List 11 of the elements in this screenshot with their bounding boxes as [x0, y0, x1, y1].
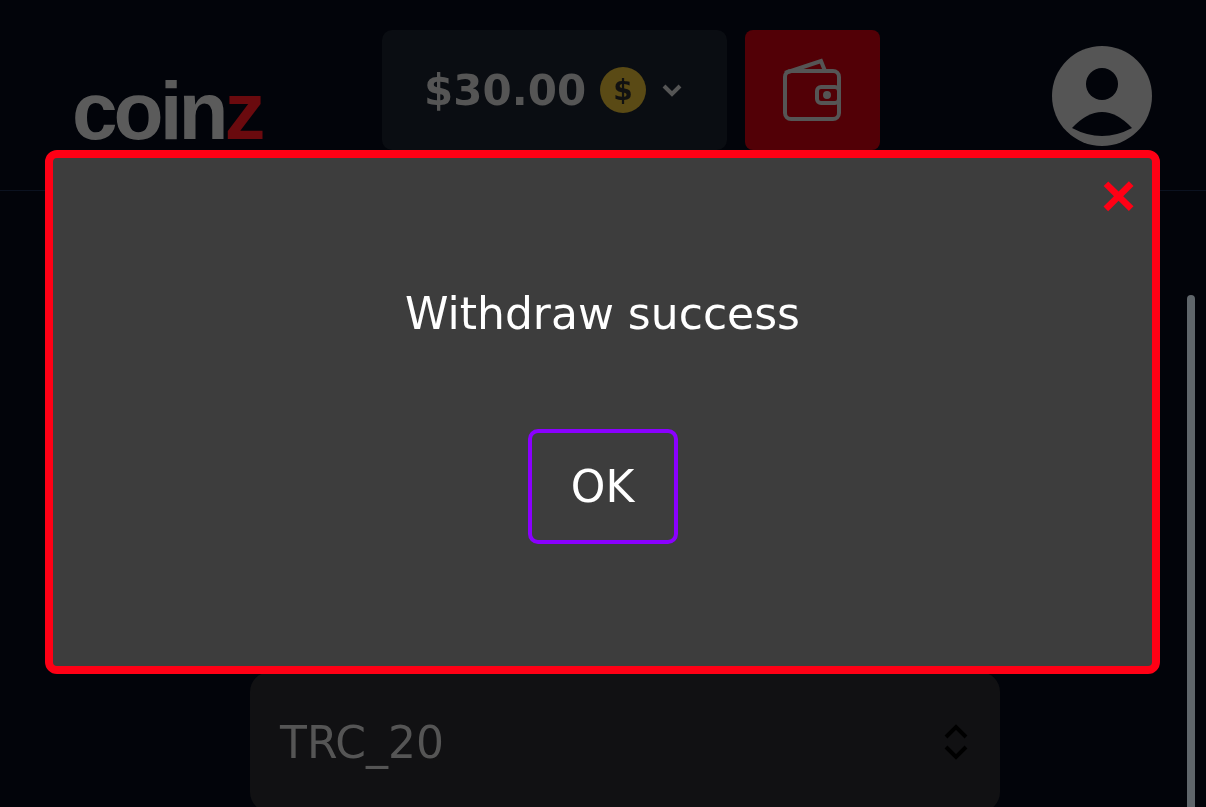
- coin-icon: $: [600, 67, 647, 113]
- close-button[interactable]: ×: [1094, 166, 1142, 226]
- dialog-message: Withdraw success: [405, 288, 800, 339]
- avatar-icon[interactable]: [1052, 46, 1152, 146]
- ok-button[interactable]: OK: [527, 429, 678, 544]
- wallet-button[interactable]: [744, 30, 880, 150]
- balance-amount: $30.00: [424, 65, 587, 115]
- logo: coinz: [72, 70, 262, 152]
- network-select[interactable]: TRC_20: [250, 672, 1000, 807]
- scrollbar[interactable]: [1187, 295, 1195, 807]
- balance-selector[interactable]: $30.00 $: [381, 30, 727, 150]
